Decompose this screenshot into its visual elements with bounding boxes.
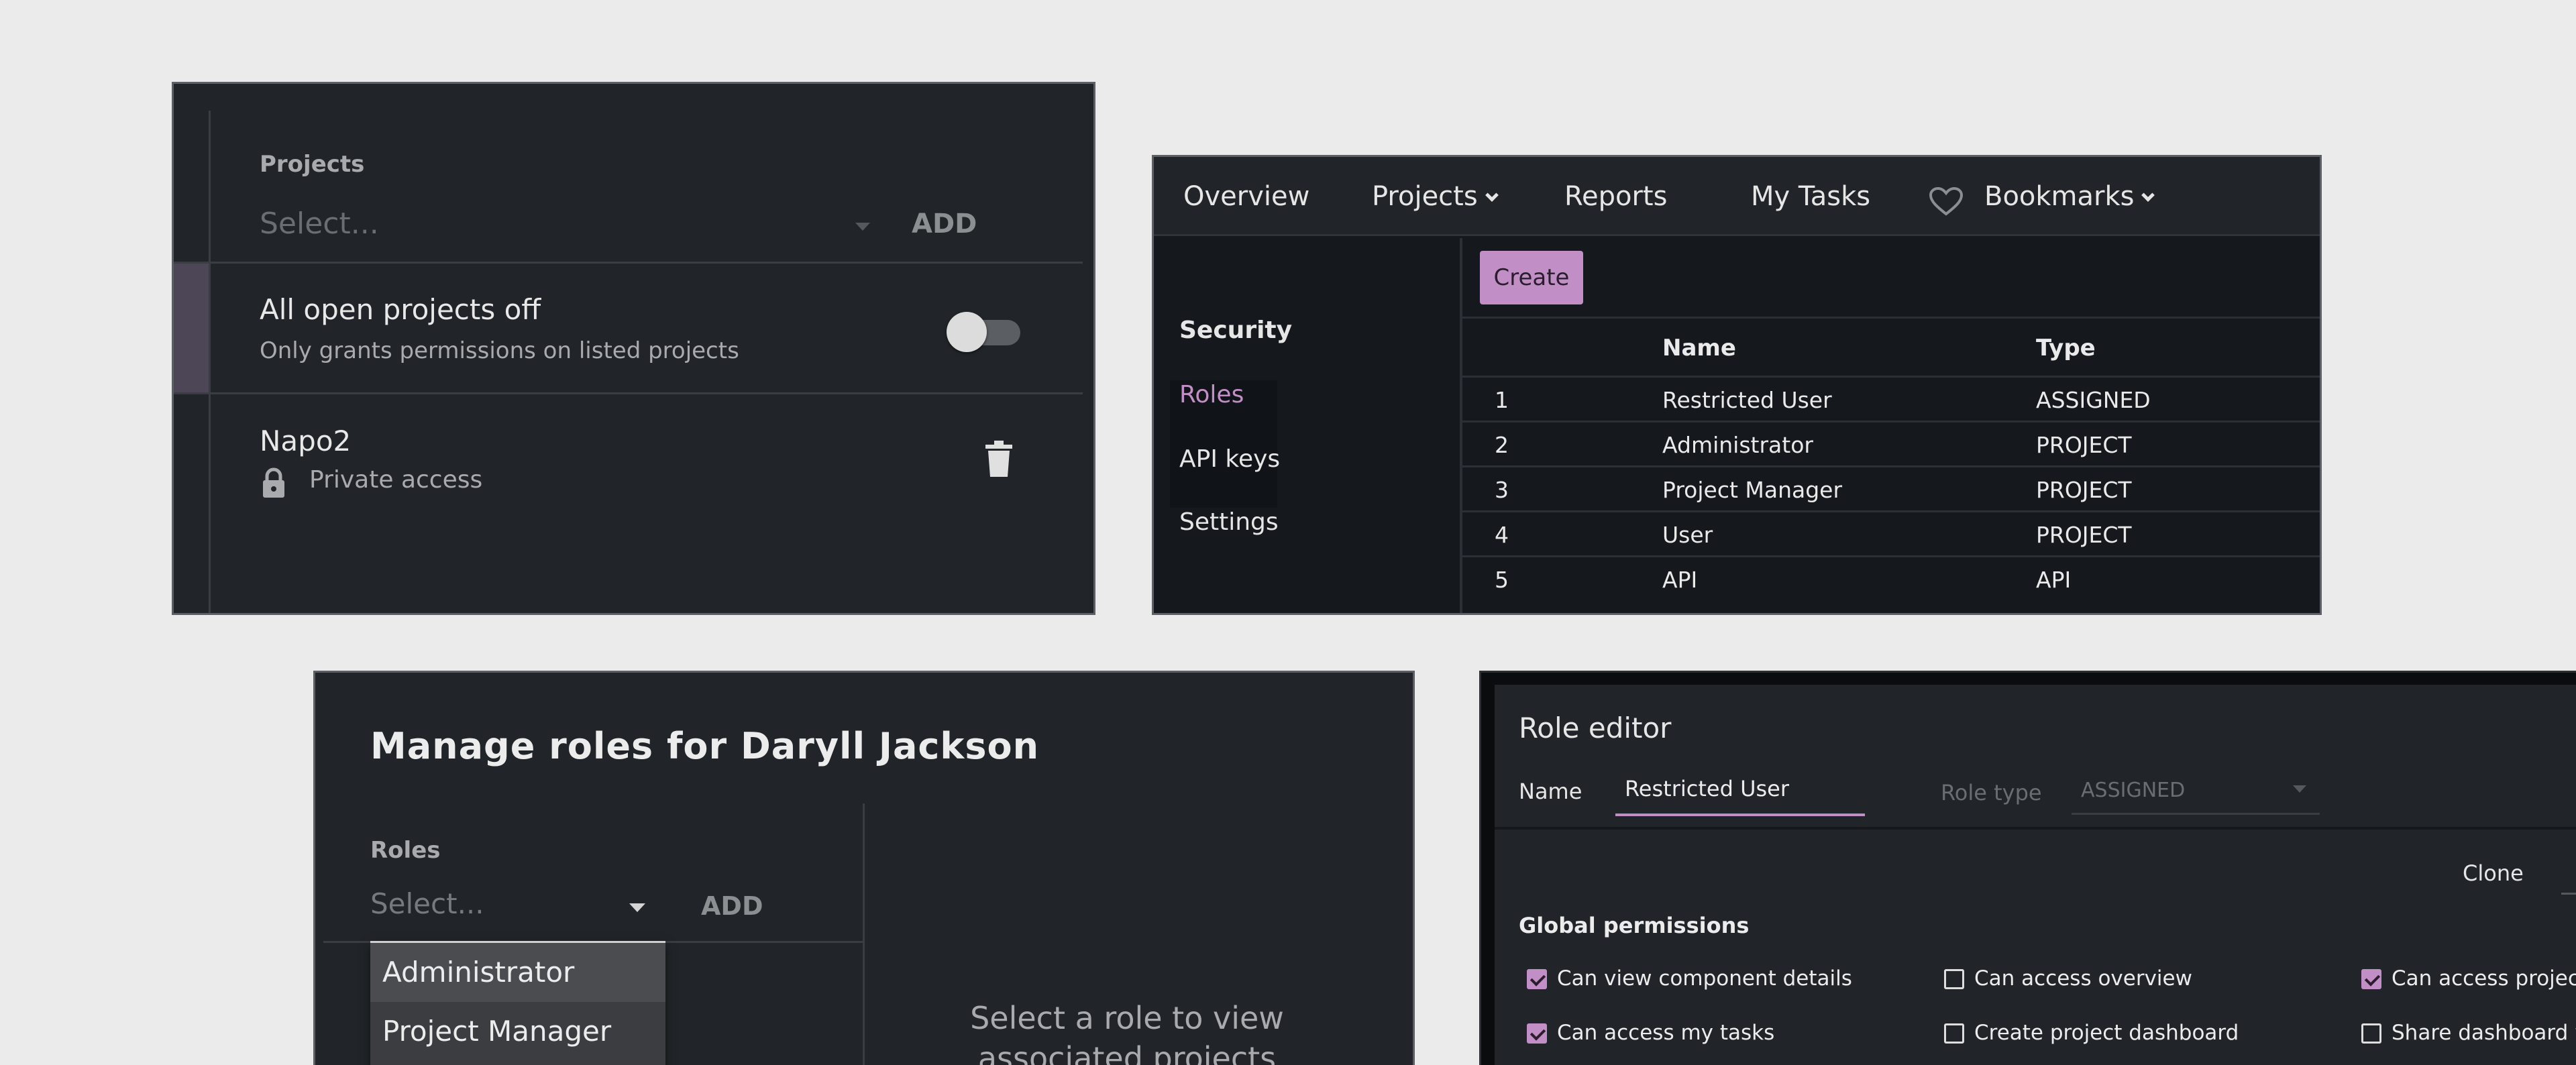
all-open-projects-title: All open projects off bbox=[260, 293, 541, 326]
permission-label: Can access projects bbox=[2392, 966, 2576, 991]
project-name: Napo2 bbox=[260, 425, 352, 457]
row-name: API bbox=[1662, 567, 1698, 593]
row-highlight bbox=[174, 264, 209, 392]
create-role-button[interactable]: Create bbox=[1480, 251, 1583, 304]
permission-label: Can view component details bbox=[1557, 966, 1852, 991]
roles-select[interactable]: Select... bbox=[370, 887, 659, 930]
row-type: API bbox=[2036, 567, 2072, 593]
heart-icon[interactable] bbox=[1929, 186, 1964, 216]
projects-panel: Projects Select... ADD All open projects… bbox=[172, 82, 1095, 615]
row-name: Project Manager bbox=[1662, 477, 1843, 503]
global-permissions-label: Global permissions bbox=[1519, 913, 1750, 938]
caret-down-icon bbox=[855, 223, 870, 231]
sidebar-item-api-keys[interactable]: API keys bbox=[1179, 445, 1280, 473]
divider bbox=[863, 803, 865, 1065]
nav-projects-label: Projects bbox=[1372, 181, 1478, 212]
table-row[interactable]: 1 Restricted User ASSIGNED bbox=[1462, 376, 2320, 421]
dropdown-option[interactable]: Project Manager bbox=[370, 1002, 665, 1061]
caret-down-icon bbox=[629, 903, 645, 912]
dialog-title: Manage roles for Daryll Jackson bbox=[370, 725, 1040, 767]
permission-checkbox[interactable] bbox=[1944, 1023, 1964, 1044]
row-name: User bbox=[1662, 522, 1713, 548]
row-type: PROJECT bbox=[2036, 432, 2132, 458]
role-editor-title: Role editor bbox=[1519, 712, 1672, 744]
row-type: PROJECT bbox=[2036, 522, 2132, 548]
admin-panel: Overview Projects Reports My Tasks Bookm… bbox=[1152, 155, 2322, 615]
nav-reports[interactable]: Reports bbox=[1564, 181, 1667, 212]
divider bbox=[174, 392, 1083, 394]
chevron-down-icon bbox=[2141, 188, 2155, 202]
sidebar-item-roles[interactable]: Roles bbox=[1179, 381, 1244, 408]
add-project-button[interactable]: ADD bbox=[912, 209, 977, 239]
clone-button[interactable]: Clone bbox=[2463, 860, 2524, 886]
lock-icon bbox=[263, 467, 284, 498]
dropdown-option[interactable]: Administrator bbox=[370, 943, 665, 1002]
permission-label: Can access overview bbox=[1974, 966, 2192, 991]
permission-label: Can access my tasks bbox=[1557, 1021, 1775, 1045]
permission-checkbox[interactable] bbox=[1944, 969, 1964, 989]
role-type-select[interactable]: ASSIGNED bbox=[2072, 771, 2320, 815]
table-row[interactable]: 2 Administrator PROJECT bbox=[1462, 421, 2320, 465]
role-editor-panel: Role editor Name Role type ASSIGNED Clon… bbox=[1479, 671, 2576, 1065]
chevron-down-icon bbox=[1485, 188, 1499, 202]
row-id: 3 bbox=[1495, 477, 1509, 503]
project-access: Private access bbox=[309, 466, 483, 494]
row-id: 4 bbox=[1495, 522, 1509, 548]
nav-overview[interactable]: Overview bbox=[1183, 181, 1309, 212]
sidebar-item-settings[interactable]: Settings bbox=[1179, 508, 1279, 536]
nav-my-tasks[interactable]: My Tasks bbox=[1751, 181, 1870, 212]
permission-checkbox[interactable] bbox=[2361, 969, 2381, 989]
sidebar-item-security[interactable]: Security bbox=[1179, 317, 1292, 344]
roles-label: Roles bbox=[370, 837, 441, 864]
toggle-knob bbox=[947, 312, 987, 352]
role-type-value: ASSIGNED bbox=[2081, 779, 2186, 802]
nav-bookmarks[interactable]: Bookmarks bbox=[1984, 181, 2155, 212]
roles-select-placeholder: Select... bbox=[370, 887, 484, 920]
row-id: 1 bbox=[1495, 387, 1509, 413]
row-name: Restricted User bbox=[1662, 387, 1832, 413]
row-id: 5 bbox=[1495, 567, 1509, 593]
projects-select-placeholder: Select... bbox=[260, 207, 379, 241]
divider bbox=[174, 262, 1083, 264]
nav-projects[interactable]: Projects bbox=[1372, 181, 1499, 212]
trash-icon[interactable] bbox=[984, 441, 1014, 477]
column-header-type[interactable]: Type bbox=[2036, 335, 2096, 361]
manage-roles-dialog: Manage roles for Daryll Jackson Roles Se… bbox=[313, 671, 1415, 1065]
divider bbox=[1495, 827, 2576, 830]
role-editor-body: Role editor Name Role type ASSIGNED Clon… bbox=[1495, 685, 2576, 1065]
projects-select[interactable]: Select... bbox=[260, 207, 870, 249]
top-nav: Overview Projects Reports My Tasks Bookm… bbox=[1154, 157, 2320, 236]
row-name: Administrator bbox=[1662, 432, 1813, 458]
table-row[interactable]: 5 API API bbox=[1462, 555, 2320, 600]
add-role-button[interactable]: ADD bbox=[701, 891, 763, 921]
row-type: PROJECT bbox=[2036, 477, 2132, 503]
table-header: Name Type bbox=[1462, 317, 2320, 376]
all-open-projects-subtitle: Only grants permissions on listed projec… bbox=[260, 337, 739, 364]
roles-dropdown-menu: Administrator Project Manager bbox=[370, 941, 665, 1065]
row-id: 2 bbox=[1495, 432, 1509, 458]
column-header-name[interactable]: Name bbox=[1662, 335, 1736, 361]
permission-label: Create project dashboard bbox=[1974, 1021, 2239, 1045]
empty-state-message: Select a role to view associated project… bbox=[970, 1000, 1284, 1065]
table-row[interactable]: 4 User PROJECT bbox=[1462, 510, 2320, 555]
divider bbox=[209, 111, 211, 613]
all-open-projects-toggle[interactable] bbox=[947, 312, 1020, 352]
caret-down-icon bbox=[2293, 785, 2306, 793]
permission-checkbox[interactable] bbox=[2361, 1023, 2381, 1044]
divider bbox=[2561, 893, 2576, 895]
name-label: Name bbox=[1519, 779, 1582, 804]
name-field-wrapper bbox=[1615, 771, 1865, 816]
permission-checkbox[interactable] bbox=[1527, 1023, 1547, 1044]
permission-label: Share dashboard wi bbox=[2392, 1021, 2576, 1045]
permission-checkbox[interactable] bbox=[1527, 969, 1547, 989]
projects-label: Projects bbox=[260, 151, 365, 178]
nav-bookmarks-label: Bookmarks bbox=[1984, 181, 2135, 212]
table-row[interactable]: 3 Project Manager PROJECT bbox=[1462, 465, 2320, 510]
row-type: ASSIGNED bbox=[2036, 387, 2151, 413]
name-field[interactable] bbox=[1615, 771, 1865, 807]
role-type-label: Role type bbox=[1941, 780, 2042, 805]
